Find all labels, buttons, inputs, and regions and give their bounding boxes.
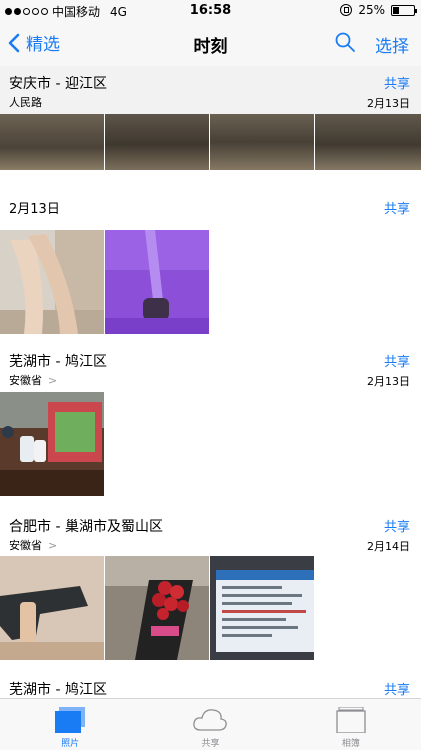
chevron-right-icon: > [48, 373, 58, 387]
photo-thumbnail[interactable] [0, 114, 104, 170]
albums-icon [336, 707, 366, 733]
photos-icon [55, 707, 86, 733]
photo-thumbnail[interactable] [105, 230, 209, 334]
tab-albums[interactable]: 相簿 [281, 699, 421, 750]
share-button[interactable]: 共享 [384, 73, 410, 92]
photo-row [0, 556, 314, 660]
rotation-lock-icon [340, 4, 353, 16]
location-title: 合肥市 - 巢湖市及蜀山区 [9, 519, 163, 535]
status-bar: 中国移动 4G 16:58 25% [0, 0, 421, 22]
photo-row [0, 392, 104, 496]
share-button[interactable]: 共享 [384, 679, 410, 698]
status-right: 25% [340, 3, 417, 17]
photo-thumbnail[interactable] [0, 230, 104, 334]
select-button[interactable]: 选择 [375, 32, 409, 57]
tab-bar: 照片 共享 相簿 [0, 698, 421, 750]
photo-thumbnail[interactable] [0, 392, 104, 496]
battery-icon [391, 4, 417, 16]
tab-label: 共享 [201, 739, 220, 749]
share-button[interactable]: 共享 [384, 351, 410, 370]
page-title: 时刻 [193, 37, 228, 57]
battery-percent: 25% [358, 3, 385, 17]
moment-date: 2月13日 [367, 97, 410, 110]
share-button[interactable]: 共享 [384, 516, 410, 535]
photo-thumbnail[interactable] [105, 114, 209, 170]
date-header: 2月13日 共享 [0, 190, 421, 230]
tab-photos[interactable]: 照片 [0, 699, 140, 750]
location-title: 芜湖市 - 鸠江区 [9, 354, 107, 370]
moment-header[interactable]: 芜湖市 - 鸠江区 共享 [0, 672, 421, 698]
location-title: 芜湖市 - 鸠江区 [9, 682, 107, 698]
location-subtitle: 人民路 [9, 96, 42, 109]
chevron-right-icon: > [48, 538, 58, 552]
photo-thumbnail[interactable] [210, 556, 314, 660]
cloud-icon [193, 709, 228, 731]
moment-header[interactable]: 合肥市 - 巢湖市及蜀山区 安徽省 > 共享 2月14日 [0, 509, 421, 557]
photo-thumbnail[interactable] [210, 114, 314, 170]
tab-label: 照片 [61, 739, 80, 749]
navigation-bar: 精选 时刻 选择 [0, 22, 421, 66]
date-label: 2月13日 [9, 202, 60, 217]
tab-label: 相簿 [341, 739, 360, 749]
photo-thumbnail[interactable] [315, 114, 421, 170]
location-subtitle: 安徽省 > [9, 373, 58, 388]
photo-thumbnail[interactable] [0, 556, 104, 660]
moment-date: 2月14日 [367, 540, 410, 553]
photo-row [0, 114, 421, 170]
location-subtitle: 安徽省 > [9, 538, 58, 553]
photo-thumbnail[interactable] [105, 556, 209, 660]
share-button[interactable]: 共享 [384, 198, 410, 217]
search-icon [335, 32, 355, 52]
search-button[interactable] [335, 32, 355, 56]
tab-shared[interactable]: 共享 [140, 699, 280, 750]
moment-header[interactable]: 芜湖市 - 鸠江区 安徽省 > 共享 2月13日 [0, 344, 421, 392]
moment-header[interactable]: 安庆市 - 迎江区 人民路 共享 2月13日 [0, 66, 421, 114]
photo-row [0, 230, 209, 334]
location-title: 安庆市 - 迎江区 [9, 76, 107, 92]
moment-date: 2月13日 [367, 375, 410, 388]
